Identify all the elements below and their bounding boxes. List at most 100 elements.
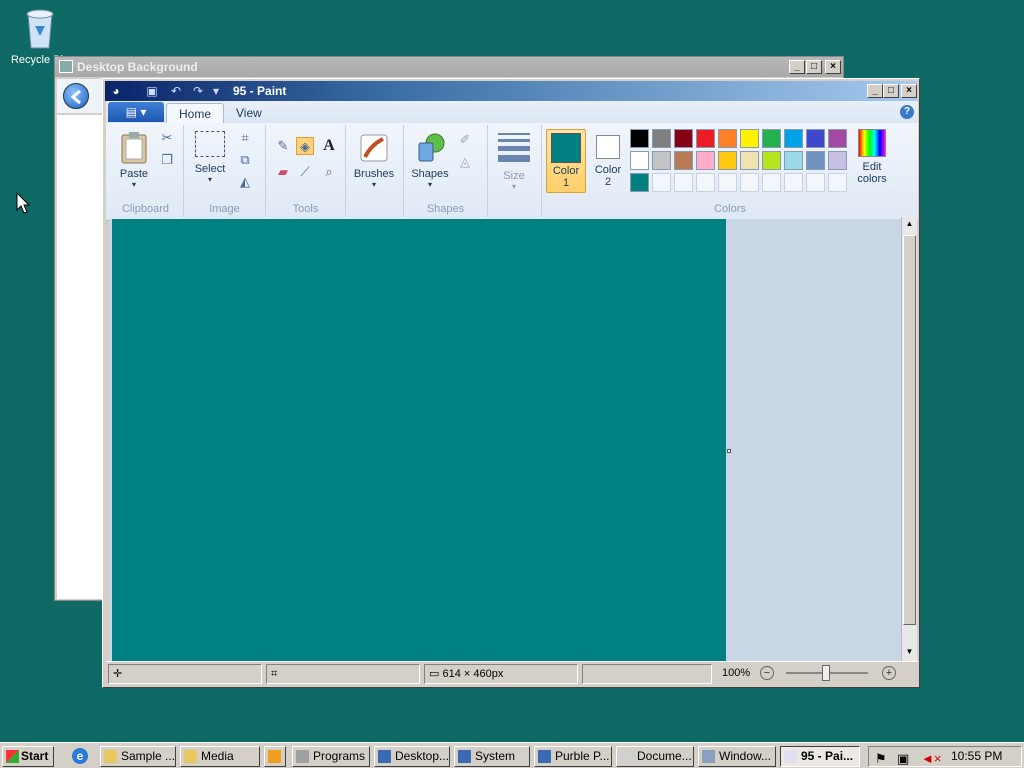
customize-dropdown-icon[interactable]: ▾	[209, 84, 223, 98]
redo-icon[interactable]: ↷	[191, 84, 205, 98]
color-picker-icon[interactable]: ⟋	[296, 163, 314, 181]
zoom-slider-thumb[interactable]	[822, 665, 830, 681]
palette-swatch[interactable]	[740, 129, 759, 148]
rotate-icon[interactable]: ◭	[236, 173, 254, 191]
maximize-button[interactable]: □	[883, 84, 899, 98]
palette-swatch[interactable]	[718, 151, 737, 170]
edit-colors-button[interactable]: Edit colors	[852, 129, 892, 185]
palette-swatch[interactable]	[806, 173, 825, 192]
palette-swatch[interactable]	[718, 129, 737, 148]
zoom-out-icon[interactable]: −	[760, 666, 774, 680]
palette-swatch[interactable]	[740, 173, 759, 192]
resize-handle[interactable]	[727, 449, 731, 453]
palette-swatch[interactable]	[674, 129, 693, 148]
minimize-button[interactable]: _	[867, 84, 883, 98]
color1-button[interactable]: Color 1	[546, 129, 586, 193]
paint-app-icon[interactable]: ◕	[109, 84, 123, 98]
palette-swatch[interactable]	[674, 151, 693, 170]
copy-icon[interactable]: ❐	[158, 151, 176, 169]
outline-icon[interactable]: ✐	[456, 131, 474, 149]
palette-swatch[interactable]	[806, 129, 825, 148]
paste-button[interactable]: Paste ▾	[116, 131, 152, 189]
palette-swatch[interactable]	[652, 129, 671, 148]
clipboard-icon	[116, 131, 152, 168]
fill-icon[interactable]: ◬	[456, 153, 474, 171]
palette-swatch[interactable]	[762, 151, 781, 170]
taskbar-item[interactable]: System	[454, 746, 530, 767]
color2-swatch	[596, 135, 620, 159]
tab-home[interactable]: Home	[166, 103, 225, 123]
title-bar[interactable]: Desktop Background _ □ ×	[55, 57, 843, 77]
close-button[interactable]: ×	[901, 84, 917, 98]
group-label: Image	[209, 203, 240, 215]
palette-swatch[interactable]	[828, 129, 847, 148]
brushes-button[interactable]: Brushes ▾	[352, 131, 396, 189]
taskbar-item[interactable]: Desktop...	[374, 746, 450, 767]
palette-swatch[interactable]	[718, 173, 737, 192]
minimize-button[interactable]: _	[789, 60, 805, 74]
taskbar-item[interactable]: Window...	[698, 746, 776, 767]
crop-icon[interactable]: ⌗	[236, 129, 254, 147]
palette-swatch[interactable]	[784, 151, 803, 170]
palette-swatch[interactable]	[762, 173, 781, 192]
palette-swatch[interactable]	[784, 173, 803, 192]
taskbar-item-label: Purble P...	[555, 749, 610, 763]
palette-swatch[interactable]	[806, 151, 825, 170]
pencil-icon[interactable]: ✎	[274, 137, 292, 155]
palette-swatch[interactable]	[652, 173, 671, 192]
drawing-canvas[interactable]	[112, 219, 726, 661]
shapes-button[interactable]: Shapes ▾	[408, 131, 452, 189]
volume-muted-icon[interactable]: ◄×	[921, 749, 941, 768]
resize-icon[interactable]: ⧉	[236, 151, 254, 169]
tab-view[interactable]: View	[224, 103, 274, 123]
scroll-down-icon[interactable]: ▼	[903, 645, 916, 659]
clock[interactable]: 10:55 PM	[951, 747, 1002, 766]
flag-icon[interactable]: ⚑	[875, 749, 887, 768]
paint-menu-button[interactable]: ▤ ▾	[108, 102, 164, 122]
palette-swatch[interactable]	[630, 173, 649, 192]
title-bar[interactable]: ◕ ▣ ↶ ↷ ▾ 95 - Paint _ □ ×	[105, 81, 917, 101]
internet-explorer-icon[interactable]: e	[72, 748, 88, 764]
undo-icon[interactable]: ↶	[169, 84, 183, 98]
palette-swatch[interactable]	[762, 129, 781, 148]
network-icon[interactable]: ▣	[897, 749, 909, 768]
palette-swatch[interactable]	[740, 151, 759, 170]
back-arrow-icon[interactable]	[63, 83, 89, 109]
taskbar-item[interactable]: Sample ...	[100, 746, 176, 767]
maximize-button[interactable]: □	[806, 60, 822, 74]
palette-swatch[interactable]	[828, 151, 847, 170]
text-tool-icon[interactable]: A	[320, 137, 338, 155]
close-button[interactable]: ×	[825, 60, 841, 74]
taskbar-item[interactable]: Media	[180, 746, 260, 767]
palette-swatch[interactable]	[630, 129, 649, 148]
select-button[interactable]: Select ▾	[190, 131, 230, 184]
chevron-down-icon: ▾	[207, 175, 212, 184]
help-icon[interactable]: ?	[900, 105, 914, 119]
taskbar-item[interactable]	[264, 746, 286, 767]
eraser-icon[interactable]: ▰	[274, 163, 292, 181]
fill-bucket-icon[interactable]: ◈	[296, 137, 314, 155]
scroll-up-icon[interactable]: ▲	[903, 217, 916, 231]
scroll-thumb[interactable]	[903, 235, 916, 625]
taskbar-item[interactable]: Purble P...	[534, 746, 612, 767]
palette-swatch[interactable]	[674, 173, 693, 192]
palette-swatch[interactable]	[828, 173, 847, 192]
palette-swatch[interactable]	[696, 129, 715, 148]
size-button[interactable]: Size ▾	[494, 131, 534, 191]
paint-window[interactable]: ◕ ▣ ↶ ↷ ▾ 95 - Paint _ □ × ▤ ▾ Home View…	[102, 78, 920, 688]
save-icon[interactable]: ▣	[145, 84, 159, 98]
start-button[interactable]: Start	[2, 746, 54, 767]
palette-swatch[interactable]	[630, 151, 649, 170]
palette-swatch[interactable]	[696, 151, 715, 170]
color2-button[interactable]: Color 2	[590, 129, 626, 193]
vertical-scrollbar[interactable]: ▲ ▼	[901, 217, 917, 661]
cut-icon[interactable]: ✂	[158, 129, 176, 147]
magnifier-icon[interactable]: ⌕	[320, 163, 338, 181]
palette-swatch[interactable]	[784, 129, 803, 148]
palette-swatch[interactable]	[696, 173, 715, 192]
taskbar-item[interactable]: 95 - Pai...	[780, 746, 860, 767]
taskbar-item[interactable]: Programs	[292, 746, 370, 767]
palette-swatch[interactable]	[652, 151, 671, 170]
taskbar-item[interactable]: Docume...	[616, 746, 694, 767]
zoom-in-icon[interactable]: +	[882, 666, 896, 680]
